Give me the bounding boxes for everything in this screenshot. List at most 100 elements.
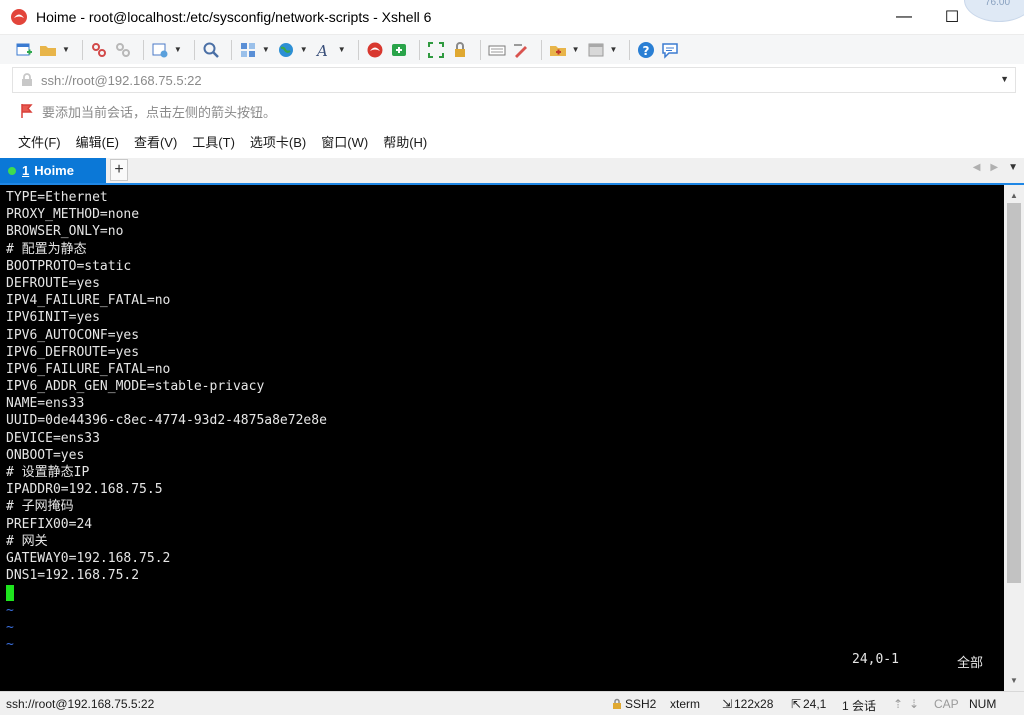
terminal-line: PREFIX00=24 (6, 516, 93, 532)
chat-icon[interactable] (660, 40, 680, 60)
menu-tools[interactable]: 工具(T) (192, 132, 235, 151)
xftp-icon[interactable] (389, 40, 409, 60)
globe-icon[interactable] (276, 40, 296, 60)
menu-bar: 文件(F) 编辑(E) 查看(V) 工具(T) 选项卡(B) 窗口(W) 帮助(… (0, 128, 1024, 154)
terminal-area[interactable]: TYPE=Ethernet PROXY_METHOD=none BROWSER_ON… (0, 185, 1004, 691)
layout-icon[interactable] (238, 40, 258, 60)
scrollbar-thumb[interactable] (1007, 203, 1021, 583)
toolbar-separator (230, 39, 232, 60)
menu-edit[interactable]: 编辑(E) (76, 132, 119, 151)
terminal-output: TYPE=Ethernet PROXY_METHOD=none BROWSER_ON… (6, 189, 327, 653)
tile-dropdown-icon[interactable]: ▼ (610, 45, 618, 54)
tab-label: Hoime (34, 163, 74, 178)
xshell-app-icon (11, 9, 27, 25)
toolbar-separator (193, 39, 195, 60)
xshell-icon[interactable] (365, 40, 385, 60)
terminal-line: BROWSER_ONLY=no (6, 224, 124, 240)
status-cursor-icon: ⇱ (791, 697, 802, 711)
terminal-line: TYPE=Ethernet (6, 190, 108, 205)
terminal-line: IPV6_FAILURE_FATAL=no (6, 361, 171, 377)
svg-text:A: A (315, 42, 328, 59)
window-title: Hoime - root@localhost:/etc/sysconfig/ne… (36, 9, 432, 25)
ssh-lock-icon (613, 698, 621, 709)
address-input[interactable]: ssh://root@192.168.75.5:22 (41, 73, 202, 88)
menu-window[interactable]: 窗口(W) (321, 132, 368, 151)
open-dropdown-icon[interactable]: ▼ (62, 45, 70, 54)
connect-icon[interactable] (89, 40, 109, 60)
scroll-down-icon[interactable]: ▼ (1010, 676, 1018, 685)
help-icon[interactable]: ? (636, 40, 656, 60)
menu-help[interactable]: 帮助(H) (383, 132, 427, 151)
toolbar-separator (357, 39, 359, 60)
bookmark-arrow-icon[interactable] (20, 103, 34, 119)
terminal-line: UUID=0de44396-c8ec-4774-93d2-4875a8e72e8… (6, 413, 327, 429)
terminal-cursor (6, 585, 14, 602)
status-num-lock: NUM (969, 697, 997, 711)
toolbar-separator (479, 39, 481, 60)
status-caps-lock: CAP (934, 697, 959, 711)
terminal-line: DEVICE=ens33 (6, 430, 100, 446)
menu-tabs[interactable]: 选项卡(B) (250, 132, 306, 151)
status-sessions: 1 会话 (842, 699, 877, 713)
status-protocol: SSH2 (625, 697, 657, 711)
open-folder-icon[interactable] (38, 40, 58, 60)
status-download-icon: ⇣ (909, 697, 920, 711)
terminal-line: # 配置为静态 (6, 241, 87, 257)
title-bar: Hoime - root@localhost:/etc/sysconfig/ne… (0, 0, 1024, 34)
address-dropdown-icon[interactable]: ▼ (1000, 74, 1009, 84)
lock-icon[interactable] (450, 40, 470, 60)
terminal-line: DNS1=192.168.75.2 (6, 568, 140, 584)
disconnect-icon[interactable] (113, 40, 133, 60)
search-icon[interactable] (201, 40, 221, 60)
menu-file[interactable]: 文件(F) (18, 132, 61, 151)
status-term-type: xterm (670, 697, 700, 711)
terminal-line: IPV6INIT=yes (6, 310, 100, 326)
minimize-button[interactable]: — (880, 0, 928, 34)
terminal-line: IPV6_AUTOCONF=yes (6, 327, 140, 343)
tab-session-hoime[interactable]: 1 Hoime (0, 158, 106, 183)
new-session-icon[interactable] (14, 40, 34, 60)
terminal-line: DEFROUTE=yes (6, 275, 100, 291)
toolbar-separator (540, 39, 542, 60)
font-dropdown-icon[interactable]: ▼ (338, 45, 346, 54)
toolbar: ▼ ▼ ▼ ▼ A ▼ ▼ ▼ ? (0, 34, 1024, 64)
terminal-scrollbar[interactable]: ▲ ▼ (1004, 185, 1024, 691)
terminal-line: IPV6_ADDR_GEN_MODE=stable-privacy (6, 379, 265, 395)
tab-list-dropdown-icon[interactable]: ▼ (1008, 162, 1018, 173)
tab-group-dropdown-icon[interactable]: ▼ (572, 45, 580, 54)
add-tab-group-icon[interactable] (548, 40, 568, 60)
keyboard-icon[interactable] (487, 40, 507, 60)
address-bar[interactable]: ssh://root@192.168.75.5:22 ▼ (12, 67, 1016, 93)
session-hint-bar: 要添加当前会话，点击左侧的箭头按钮。 (12, 98, 1016, 124)
layout-dropdown-icon[interactable]: ▼ (262, 45, 270, 54)
toolbar-separator (629, 39, 631, 60)
terminal-line: BOOTPROTO=static (6, 258, 132, 274)
session-properties-icon[interactable] (150, 40, 170, 60)
tab-number: 1 (22, 163, 30, 178)
status-upload-icon: ⇡ (893, 697, 904, 711)
font-icon[interactable]: A (314, 40, 334, 60)
terminal-line: IPV6_DEFROUTE=yes (6, 344, 140, 360)
toolbar-separator (81, 39, 83, 60)
terminal-line: GATEWAY0=192.168.75.2 (6, 550, 171, 566)
globe-dropdown-icon[interactable]: ▼ (300, 45, 308, 54)
vim-empty-line-marker: ~ (6, 619, 14, 635)
scroll-up-icon[interactable]: ▲ (1010, 191, 1018, 200)
status-bar: ssh://root@192.168.75.5:22 SSH2 xterm ⇲ … (0, 691, 1024, 715)
status-connection: ssh://root@192.168.75.5:22 (6, 697, 155, 711)
add-tab-button[interactable]: + (110, 159, 128, 181)
tab-scroll-right-icon[interactable]: ▶ (990, 162, 998, 173)
vim-empty-line-marker: ~ (6, 602, 14, 618)
properties-dropdown-icon[interactable]: ▼ (174, 45, 182, 54)
compose-icon[interactable] (511, 40, 531, 60)
menu-view[interactable]: 查看(V) (134, 132, 177, 151)
tile-icon[interactable] (586, 40, 606, 60)
tab-scroll-left-icon[interactable]: ◀ (973, 162, 981, 173)
connected-status-icon (8, 166, 16, 175)
vim-cursor-position: 24,0-1 (852, 652, 899, 667)
fullscreen-icon[interactable] (426, 40, 446, 60)
terminal-line: # 子网掩码 (6, 499, 74, 515)
terminal-line: IPADDR0=192.168.75.5 (6, 482, 163, 498)
terminal-line: IPV4_FAILURE_FATAL=no (6, 293, 171, 309)
toolbar-separator (142, 39, 144, 60)
